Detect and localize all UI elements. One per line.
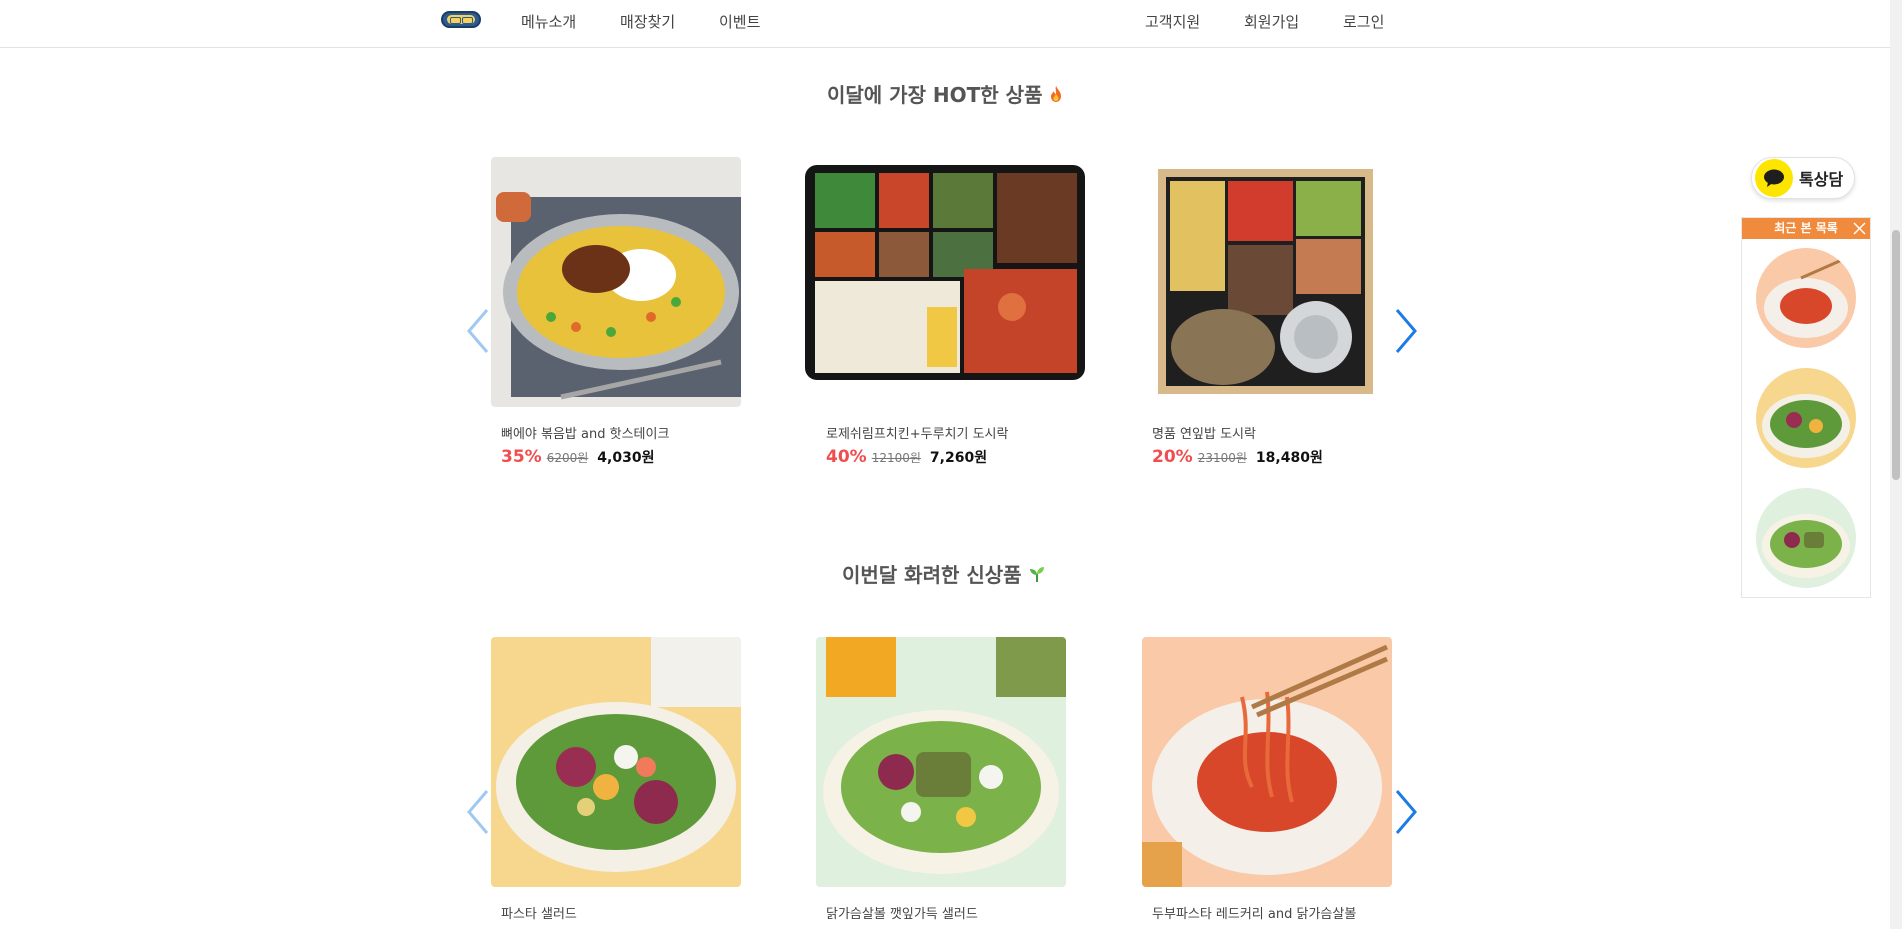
nav-menu-intro[interactable]: 메뉴소개 (521, 11, 576, 32)
hot-product-3-name[interactable]: 명품 연잎밥 도시락 (1152, 423, 1256, 442)
kakao-consult-button[interactable]: 톡상담 (1751, 157, 1855, 199)
hot-prev-arrow[interactable] (463, 306, 493, 356)
nav-store-finder[interactable]: 매장찾기 (620, 11, 675, 32)
sale-price: 18,480원 (1255, 450, 1323, 466)
new-prev-arrow[interactable] (463, 787, 493, 837)
hot-product-3-price: 20% 23100원 18,480원 (1152, 447, 1323, 467)
discount-rate: 20% (1152, 447, 1193, 467)
recently-viewed-panel: 최근 본 목록 (1741, 217, 1871, 598)
hot-section-title: 이달에 가장 HOT한 상품 (827, 79, 1064, 108)
kakao-consult-label: 톡상담 (1799, 170, 1844, 189)
hot-next-arrow[interactable] (1391, 306, 1421, 356)
chat-bubble-icon (1755, 159, 1793, 197)
site-header: 메뉴소개 매장찾기 이벤트 고객지원 회원가입 로그인 (0, 0, 1890, 48)
hot-product-2-name[interactable]: 로제쉬림프치킨+두루치기 도시락 (826, 423, 1008, 442)
recently-viewed-title: 최근 본 목록 (1774, 221, 1838, 235)
nav-customer-support[interactable]: 고객지원 (1145, 11, 1200, 32)
new-product-2-image[interactable] (816, 637, 1066, 887)
close-icon[interactable] (1852, 221, 1867, 236)
discount-rate: 40% (826, 447, 867, 467)
site-logo[interactable] (441, 11, 481, 28)
nav-login[interactable]: 로그인 (1343, 11, 1384, 32)
new-product-1-image[interactable] (491, 637, 741, 887)
new-product-1-name[interactable]: 파스타 샐러드 (501, 903, 577, 922)
nav-signup[interactable]: 회원가입 (1244, 11, 1299, 32)
sprout-icon (1029, 566, 1044, 582)
new-product-2-name[interactable]: 닭가슴살볼 깻잎가득 샐러드 (826, 903, 978, 922)
discount-rate: 35% (501, 447, 542, 467)
hot-product-1-image[interactable] (491, 157, 741, 407)
hot-product-3-image[interactable] (1148, 157, 1383, 407)
hot-product-2-price: 40% 12100원 7,260원 (826, 447, 987, 467)
sale-price: 7,260원 (929, 450, 988, 466)
original-price: 23100원 (1197, 451, 1247, 465)
original-price: 12100원 (871, 451, 921, 465)
recent-item-2[interactable] (1756, 368, 1856, 468)
new-next-arrow[interactable] (1391, 787, 1421, 837)
recent-item-3[interactable] (1756, 488, 1856, 588)
new-product-3-image[interactable] (1142, 637, 1392, 887)
recently-viewed-header: 최근 본 목록 (1742, 218, 1870, 239)
hot-product-1-price: 35% 6200원 4,030원 (501, 447, 654, 467)
sale-price: 4,030원 (597, 450, 655, 466)
original-price: 6200원 (546, 451, 589, 465)
nav-events[interactable]: 이벤트 (719, 11, 760, 32)
page-scrollbar[interactable] (1890, 0, 1902, 929)
hot-product-1-name[interactable]: 뼈에야 볶음밥 and 핫스테이크 (501, 423, 669, 442)
recent-item-1[interactable] (1756, 248, 1856, 348)
hot-product-2-image[interactable] (797, 157, 1092, 407)
new-section-title: 이번달 화려한 신상품 (842, 559, 1046, 588)
new-product-3-name[interactable]: 두부파스타 레드커리 and 닭가슴살볼 (1152, 903, 1356, 922)
scrollbar-thumb[interactable] (1892, 230, 1900, 480)
fire-icon (1051, 85, 1062, 102)
